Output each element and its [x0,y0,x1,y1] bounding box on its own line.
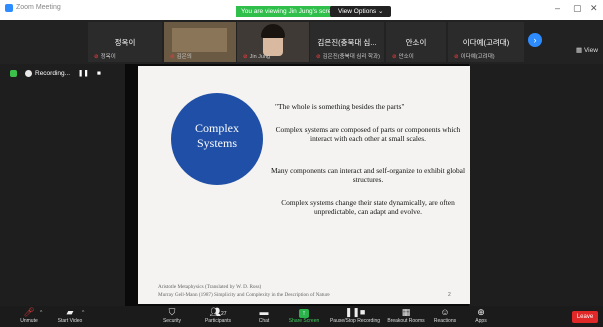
security-label: Security [162,318,182,324]
mic-muted-icon: ⊘ [454,54,459,60]
breakout-label: Breakout Rooms [387,318,425,324]
participants-icon: 👥︎27 [209,307,227,317]
view-options-button[interactable]: View Options ⌄ [330,6,392,17]
apps-label: Apps [475,318,487,324]
person-hair [261,24,285,38]
grid-icon: ▦ [576,47,583,54]
meeting-toolbar: 🎤︎ Unmute ^ ▰ Start Video ^ ⛉ Security 👥… [0,306,603,327]
participants-button[interactable]: 👥︎27 Participants [198,307,238,324]
close-icon[interactable]: ✕ [590,3,598,14]
chevron-up-icon[interactable]: ^ [82,310,84,316]
shared-screen-area: Recording... ❚❚ ■ Complex Systems "The who… [0,64,603,307]
maximize-icon[interactable]: ▢ [573,3,582,14]
mic-muted-icon: ⊘ [316,54,321,60]
stop-recording-button[interactable]: ■ [97,70,101,77]
title-bar: Zoom Meeting You are viewing Jin Jung's … [0,0,603,21]
chat-button[interactable]: ▬ Chat [252,307,276,324]
shield-icon: ⛉ [168,307,176,317]
pause-recording-label: Pause/Stop Recording [329,318,381,324]
window-title: Zoom Meeting [16,4,61,11]
chat-icon: ▬ [259,307,269,317]
start-video-label: Start Video [57,318,83,324]
participants-count: 27 [220,311,227,317]
participant-video[interactable]: ⊘ 김은의 [164,22,236,62]
participant-name: 정옥이 [114,38,136,47]
breakout-rooms-button[interactable]: ▦ Breakout Rooms [387,307,425,324]
circle-line-1: Complex [195,121,239,135]
slide-reference: Murray Gell-Mann (1987) Simplicity and C… [158,292,330,298]
slide-paragraph: Complex systems are composed of parts or… [275,125,461,143]
minimize-icon[interactable]: – [555,3,560,13]
participant-name: 이다예(고려대) [462,38,510,47]
share-screen-label: Share Screen [288,318,320,324]
security-button[interactable]: ⛉ Security [155,307,189,324]
participant-label: 안소이 [398,54,414,60]
share-screen-icon: ↑ [284,307,324,318]
chevron-up-icon[interactable]: ^ [40,310,42,316]
mic-muted-icon: ⊘ [170,54,175,60]
reactions-button[interactable]: ☺ Reactions [430,307,460,324]
presentation-slide: Complex Systems "The whole is something … [138,66,470,304]
pause-recording-button[interactable]: ❚❚ [78,70,89,77]
apps-button[interactable]: ⊕ Apps [470,307,492,324]
chat-label: Chat [258,318,270,324]
leave-button[interactable]: Leave [572,311,598,323]
participant-label: Jin Jung [249,54,271,60]
mic-muted-icon: ⊘ [392,54,397,60]
slide-paragraph: Many components can interact and self-or… [270,166,465,184]
participant-name: 안소이 [405,38,427,47]
participant-tile[interactable]: 정옥이 ⊘ 정옥이 [88,22,162,62]
pause-stop-recording-button[interactable]: ❚❚■ Pause/Stop Recording [327,307,383,324]
participant-video[interactable]: ⊘ Jin Jung [237,22,309,62]
complex-systems-circle: Complex Systems [171,93,263,185]
circle-line-2: Systems [196,136,237,150]
participant-label: 정옥이 [100,54,116,60]
zoom-icon [5,4,13,12]
circle-title: Complex Systems [171,121,263,151]
participant-name: 김은진(충북대 심... [317,38,377,47]
participant-tile[interactable]: 안소이 ⊘ 안소이 [386,22,446,62]
participant-label: 김은진(충북대 심리 학과) [322,54,380,60]
mic-muted-icon: ⊘ [94,54,99,60]
video-feed [172,28,227,52]
mic-muted-icon: ⊘ [243,54,248,60]
view-button[interactable]: ▦ View [576,46,598,54]
viewing-banner: You are viewing Jin Jung's screen [236,6,344,17]
apps-icon: ⊕ [477,307,485,317]
participant-strip: 정옥이 ⊘ 정옥이 ⊘ 김은의 ⊘ Jin Jung 김은진(충북대 심... ⊘ 김은… [0,20,603,64]
slide-paragraph: Complex systems change their state dynam… [281,198,455,216]
slide-quote: "The whole is something besides the part… [275,102,405,111]
next-page-icon[interactable]: › [528,33,542,47]
recording-dot-icon [25,69,32,77]
view-label: View [583,47,598,54]
participant-label: 이다예(고려대) [460,54,495,60]
breakout-rooms-icon: ▦ [401,307,411,317]
recording-label: Recording... [35,70,71,77]
reactions-icon: ☺ [440,307,450,317]
share-screen-button[interactable]: ↑ Share Screen [284,307,324,324]
participant-tile[interactable]: 김은진(충북대 심... ⊘ 김은진(충북대 심리 학과) [310,22,384,62]
participant-label: 김은의 [176,54,192,60]
participants-label: Participants [204,318,232,324]
unmute-label: Unmute [20,318,38,324]
slide-reference: Aristotle Metaphysics (Translated by W. … [158,284,262,290]
recording-indicator: Recording... ❚❚ ■ [10,67,101,80]
participant-tile[interactable]: 이다예(고려대) ⊘ 이다예(고려대) [448,22,524,62]
pause-stop-icon: ❚❚■ [344,307,366,317]
shield-icon [10,69,17,77]
slide-page-number: 2 [448,292,451,298]
reactions-label: Reactions [433,318,457,324]
